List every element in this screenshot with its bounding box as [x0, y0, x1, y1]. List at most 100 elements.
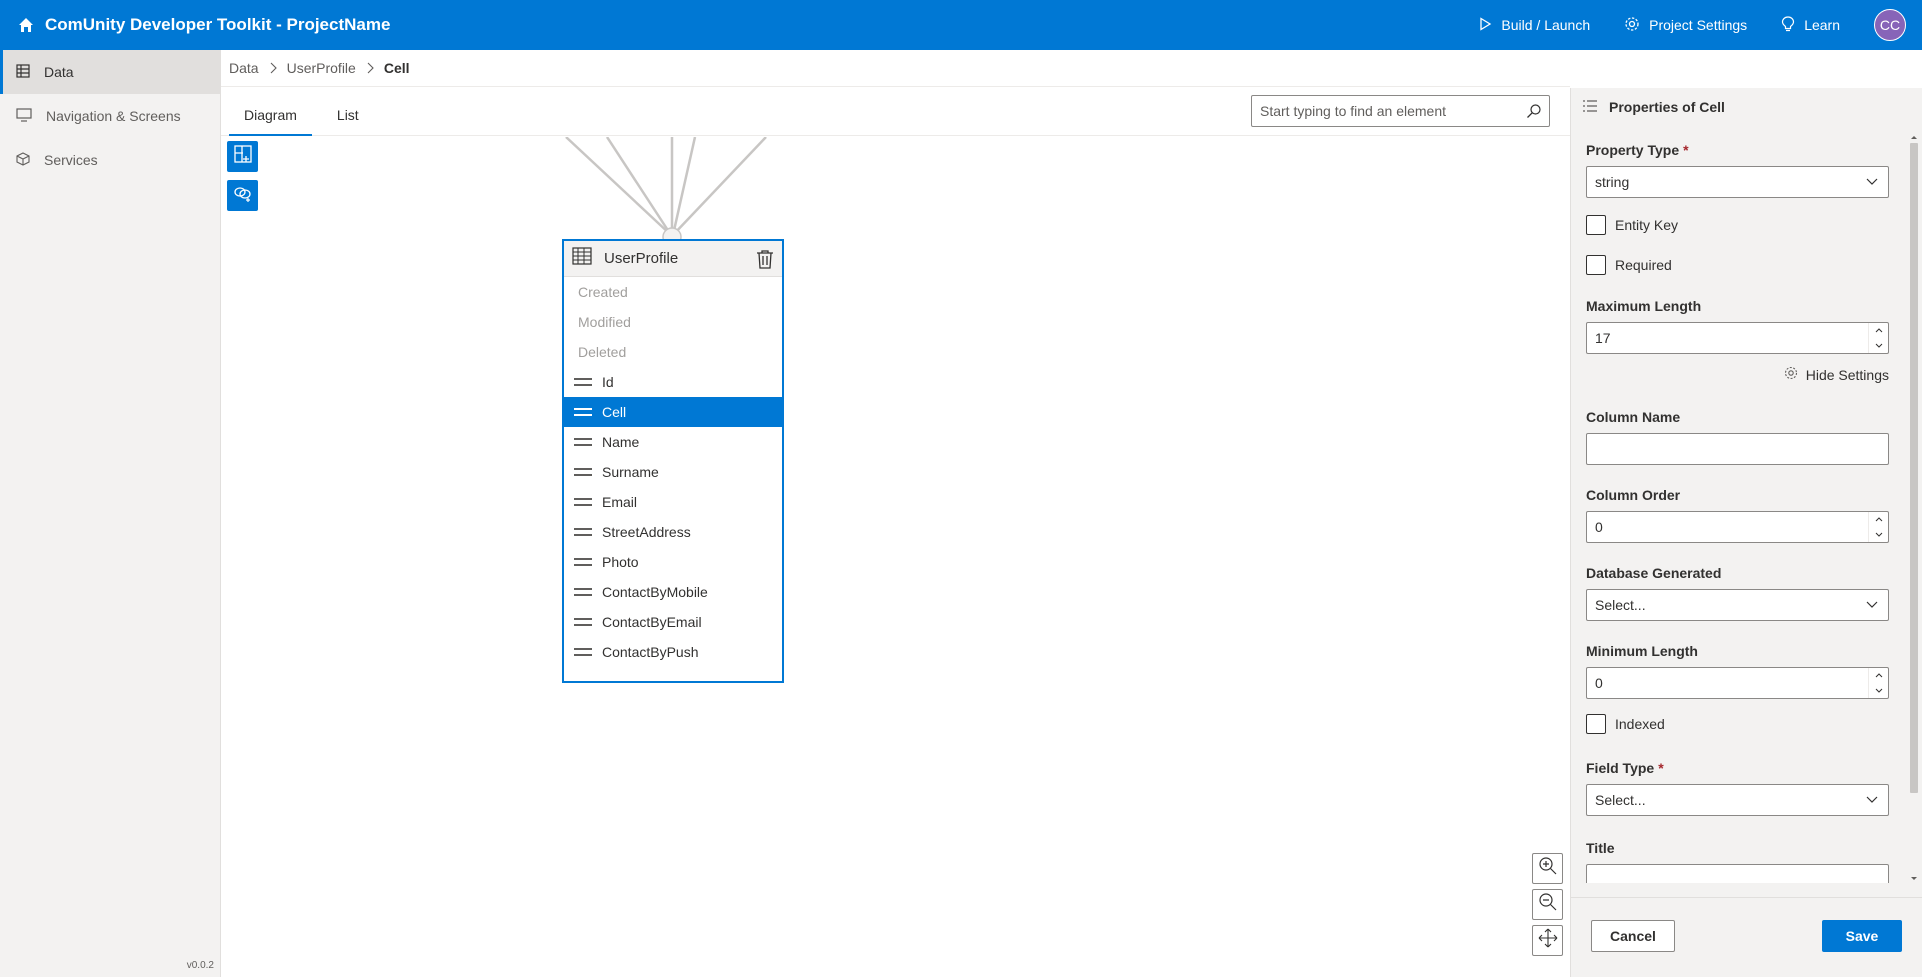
- drag-handle-icon[interactable]: [574, 376, 592, 388]
- title-input[interactable]: [1586, 864, 1889, 883]
- chevron-down-icon[interactable]: [1869, 338, 1888, 353]
- entity-field-label: Id: [602, 374, 614, 390]
- add-relationship-button[interactable]: [227, 180, 258, 211]
- entity-field-label: ContactByPush: [602, 644, 699, 660]
- drag-handle-icon[interactable]: [574, 406, 592, 418]
- field-type-dropdown[interactable]: Select...: [1586, 784, 1889, 816]
- drag-handle-icon[interactable]: [574, 466, 592, 478]
- drag-handle-icon[interactable]: [574, 646, 592, 658]
- sidebar-item-label: Services: [44, 152, 98, 168]
- column-order-value[interactable]: 0: [1587, 519, 1868, 535]
- drag-handle-icon[interactable]: [574, 556, 592, 568]
- chevron-up-icon[interactable]: [1869, 512, 1888, 527]
- cube-icon: [16, 151, 44, 169]
- chevron-down-icon: [1866, 796, 1878, 804]
- database-generated-label: Database Generated: [1586, 565, 1722, 581]
- minimum-length-label: Minimum Length: [1586, 643, 1698, 659]
- stepper-arrows: [1868, 323, 1888, 353]
- properties-scrollbar[interactable]: [1908, 133, 1920, 883]
- entity-header[interactable]: UserProfile: [564, 241, 782, 277]
- entity-field-row[interactable]: ContactByEmail: [564, 607, 782, 637]
- save-button[interactable]: Save: [1822, 920, 1902, 952]
- add-entity-button[interactable]: [227, 141, 258, 172]
- drag-handle-icon[interactable]: [574, 496, 592, 508]
- tab-diagram[interactable]: Diagram: [229, 107, 312, 136]
- chevron-up-icon[interactable]: [1869, 323, 1888, 338]
- required-marker: *: [1658, 760, 1664, 776]
- scrollbar-thumb[interactable]: [1910, 143, 1918, 793]
- column-order-stepper[interactable]: 0: [1586, 511, 1889, 543]
- minimum-length-value[interactable]: 0: [1587, 675, 1868, 691]
- tab-list[interactable]: List: [322, 107, 374, 135]
- search-input[interactable]: [1252, 96, 1519, 126]
- entity-key-checkbox[interactable]: [1586, 215, 1606, 235]
- home-icon[interactable]: [17, 16, 35, 34]
- breadcrumb-item-data[interactable]: Data: [229, 60, 259, 76]
- sidebar-item-data[interactable]: Data: [0, 50, 220, 94]
- database-generated-dropdown[interactable]: Select...: [1586, 589, 1889, 621]
- chevron-down-icon[interactable]: [1869, 527, 1888, 542]
- minimum-length-stepper[interactable]: 0: [1586, 667, 1889, 699]
- drag-handle-icon[interactable]: [574, 586, 592, 598]
- maximum-length-value[interactable]: 17: [1587, 330, 1868, 346]
- entity-field-row[interactable]: Name: [564, 427, 782, 457]
- relationship-lines: [565, 137, 767, 247]
- lightbulb-icon: [1781, 15, 1804, 35]
- zoom-out-icon: [1538, 892, 1558, 917]
- sidebar-item-label: Data: [44, 64, 74, 80]
- scroll-up-icon[interactable]: [1908, 133, 1920, 141]
- sidebar-item-navigation-screens[interactable]: Navigation & Screens: [0, 94, 220, 138]
- entity-fields: Id Cell Name Surname Email StreetAddress Photo…: [564, 367, 782, 667]
- drag-handle-icon[interactable]: [574, 526, 592, 538]
- entity-field-row[interactable]: ContactByMobile: [564, 577, 782, 607]
- indexed-checkbox[interactable]: [1586, 714, 1606, 734]
- drag-handle-icon[interactable]: [574, 616, 592, 628]
- sidebar-item-services[interactable]: Services: [0, 138, 220, 182]
- system-fields: Created Modified Deleted: [564, 277, 782, 367]
- column-name-input[interactable]: [1586, 433, 1889, 465]
- entity-card-userprofile[interactable]: UserProfile Created Modified Deleted Id Cel…: [562, 239, 784, 683]
- avatar[interactable]: CC: [1874, 9, 1906, 41]
- entity-field-label: Email: [602, 494, 638, 510]
- project-settings-label: Project Settings: [1649, 17, 1748, 33]
- table-icon: [572, 247, 592, 270]
- entity-field-row[interactable]: Id: [564, 367, 782, 397]
- entity-field-label: Photo: [602, 554, 639, 570]
- entity-field-row[interactable]: ContactByPush: [564, 637, 782, 667]
- zoom-in-button[interactable]: [1532, 853, 1563, 884]
- required-marker: *: [1683, 142, 1689, 158]
- entity-field-row[interactable]: Email: [564, 487, 782, 517]
- project-settings-button[interactable]: Project Settings: [1624, 16, 1747, 35]
- cancel-button[interactable]: Cancel: [1591, 920, 1675, 952]
- drag-handle-icon[interactable]: [574, 436, 592, 448]
- chevron-down-icon[interactable]: [1869, 683, 1888, 698]
- scroll-down-icon[interactable]: [1908, 875, 1920, 883]
- maximum-length-stepper[interactable]: 17: [1586, 322, 1889, 354]
- hide-settings-button[interactable]: Hide Settings: [1586, 366, 1889, 383]
- trash-icon[interactable]: [756, 249, 774, 269]
- learn-button[interactable]: Learn: [1781, 15, 1840, 35]
- chevron-up-icon[interactable]: [1869, 668, 1888, 683]
- build-launch-button[interactable]: Build / Launch: [1478, 16, 1590, 34]
- system-field: Created: [578, 284, 628, 300]
- search-icon[interactable]: [1519, 103, 1549, 119]
- entity-field-row[interactable]: Cell: [564, 397, 782, 427]
- breadcrumb-item-userprofile[interactable]: UserProfile: [287, 60, 356, 76]
- entity-field-row[interactable]: StreetAddress: [564, 517, 782, 547]
- indexed-checkbox-row[interactable]: Indexed: [1586, 713, 1889, 735]
- version-label: v0.0.2: [186, 960, 214, 971]
- entity-field-row[interactable]: Surname: [564, 457, 782, 487]
- entity-field-label: ContactByMobile: [602, 584, 708, 600]
- entity-field-row[interactable]: Photo: [564, 547, 782, 577]
- fit-view-button[interactable]: [1532, 925, 1563, 956]
- field-type-value: Select...: [1595, 792, 1646, 808]
- entity-key-checkbox-row[interactable]: Entity Key: [1586, 214, 1889, 236]
- diagram-canvas[interactable]: UserProfile Created Modified Deleted Id Cel…: [221, 137, 1570, 977]
- required-checkbox-row[interactable]: Required: [1586, 254, 1889, 276]
- table-icon: [16, 63, 44, 81]
- move-icon: [1538, 928, 1558, 953]
- property-type-dropdown[interactable]: string: [1586, 166, 1889, 198]
- entity-field-label: ContactByEmail: [602, 614, 702, 630]
- zoom-out-button[interactable]: [1532, 889, 1563, 920]
- required-checkbox[interactable]: [1586, 255, 1606, 275]
